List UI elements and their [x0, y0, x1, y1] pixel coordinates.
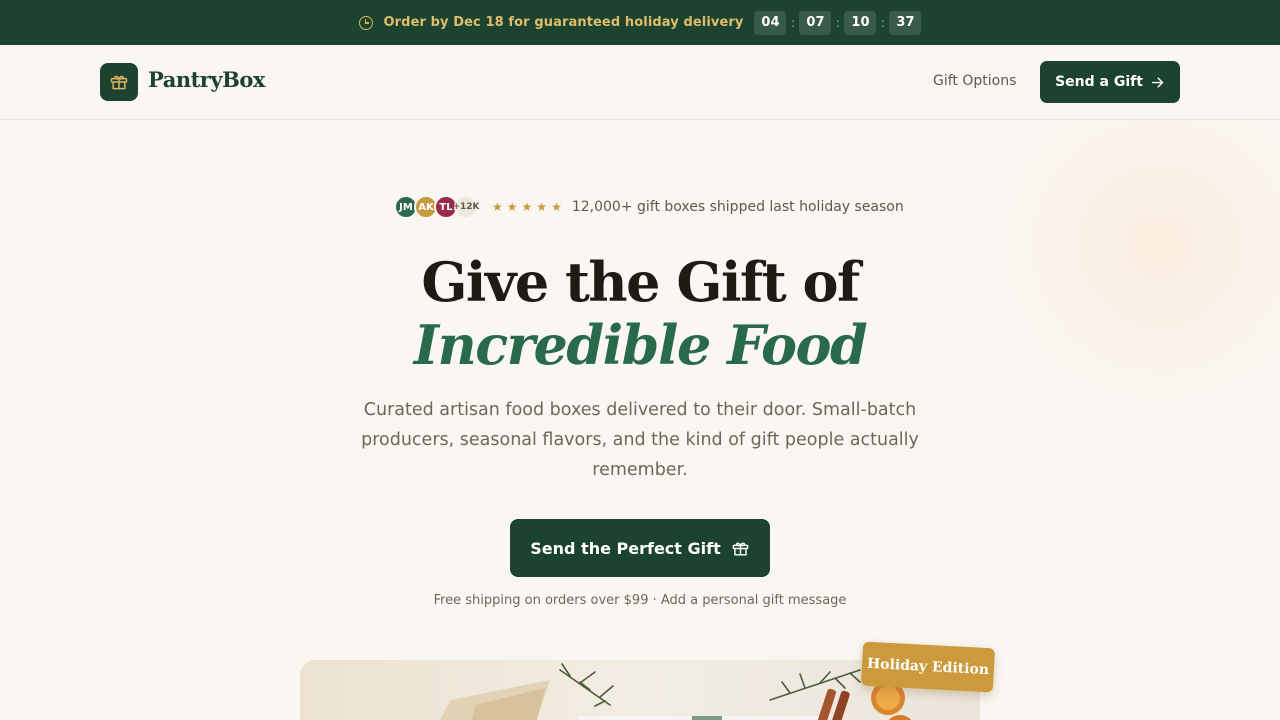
- send-gift-label: Send a Gift: [1055, 74, 1143, 90]
- nav-link-gift-options[interactable]: Gift Options: [933, 73, 1016, 89]
- countdown-minutes: 10: [844, 10, 877, 35]
- star-icon: ★: [521, 200, 533, 214]
- send-gift-button[interactable]: Send a Gift: [1040, 61, 1180, 103]
- countdown-seconds: 37: [889, 10, 922, 35]
- shipping-note: Free shipping on orders over $99 · Add a…: [433, 593, 847, 608]
- send-perfect-gift-label: Send the Perfect Gift: [530, 538, 721, 558]
- hero-subtitle: Curated artisan food boxes delivered to …: [361, 400, 919, 480]
- logo-badge[interactable]: [100, 63, 138, 101]
- countdown-days: 04: [754, 10, 787, 35]
- countdown-separator: :: [790, 15, 795, 30]
- star-icon: ★: [551, 200, 562, 214]
- hero-title-line1: Give the Gift of: [421, 250, 860, 314]
- social-proof: JM AK TL +12K ★ ★ ★ ★ ★ 12,000+ gift boxes s…: [394, 195, 904, 219]
- announcement-text: Order by Dec 18 for guaranteed holiday d…: [383, 15, 744, 30]
- avatar-count: +12K: [452, 195, 480, 219]
- countdown-separator: :: [835, 15, 840, 30]
- star-icon: ★: [536, 200, 548, 214]
- site-header: PantryBox Gift Options Send a Gift: [0, 45, 1280, 120]
- countdown-separator: :: [880, 15, 885, 30]
- holiday-edition-badge: Holiday Edition: [860, 641, 996, 693]
- avatar-stack: JM AK TL +12K: [394, 195, 480, 219]
- social-proof-text: 12,000+ gift boxes shipped last holiday …: [571, 199, 904, 215]
- gift-icon: [110, 75, 128, 90]
- star-rating: ★ ★ ★ ★ ★: [492, 200, 562, 214]
- star-icon: ★: [506, 200, 518, 214]
- clock-icon: [358, 15, 373, 30]
- hero-title-line2: Incredible Food: [413, 313, 868, 377]
- announcement-bar: Order by Dec 18 for guaranteed holiday d…: [0, 0, 1280, 45]
- star-icon: ★: [492, 200, 503, 214]
- send-perfect-gift-button[interactable]: Send the Perfect Gift: [510, 519, 770, 577]
- gift-icon: [732, 542, 749, 556]
- countdown-hours: 07: [799, 10, 832, 35]
- brand-name[interactable]: PantryBox: [148, 67, 265, 92]
- arrow-right-icon: [1151, 76, 1164, 88]
